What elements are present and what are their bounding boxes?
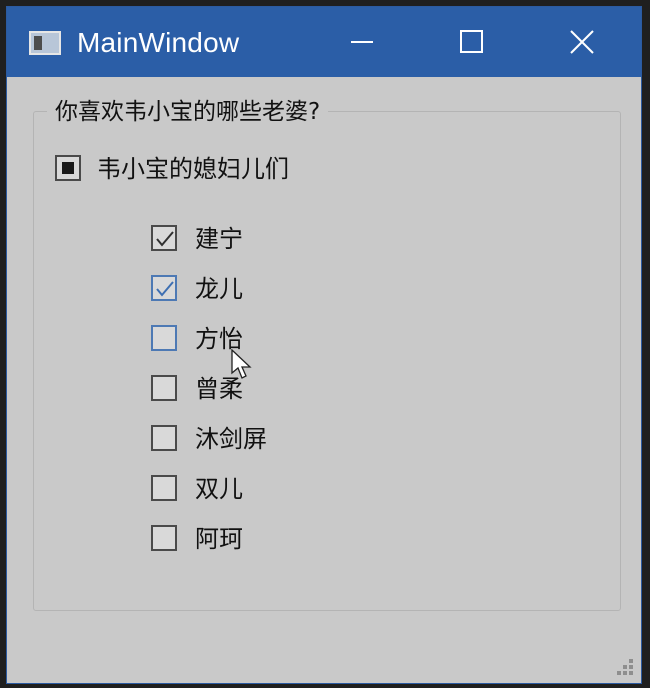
resize-grip-icon[interactable] bbox=[611, 653, 633, 675]
partial-check-icon bbox=[62, 162, 74, 174]
label-longer[interactable]: 龙儿 bbox=[195, 273, 243, 305]
checkbox-fangyi[interactable] bbox=[151, 325, 177, 351]
close-icon bbox=[570, 30, 594, 54]
label-shuanger[interactable]: 双儿 bbox=[195, 473, 243, 505]
checkbox-shuanger[interactable] bbox=[151, 475, 177, 501]
groupbox-title: 你喜欢韦小宝的哪些老婆? bbox=[47, 97, 329, 127]
window-title: MainWindow bbox=[77, 27, 240, 58]
title-bar[interactable]: MainWindow bbox=[7, 7, 641, 77]
wives-groupbox bbox=[33, 111, 621, 611]
checkmark-icon bbox=[156, 281, 174, 297]
checkbox-jianning[interactable] bbox=[151, 225, 177, 251]
minimize-button[interactable] bbox=[307, 7, 417, 77]
main-window: MainWindow 你喜欢韦小宝的哪些老婆? 韦小宝的媳妇儿们 建宁 龙儿 方… bbox=[6, 6, 642, 684]
checkbox-longer[interactable] bbox=[151, 275, 177, 301]
label-jianning[interactable]: 建宁 bbox=[195, 223, 243, 255]
maximize-icon bbox=[460, 30, 483, 53]
app-window-icon bbox=[29, 31, 61, 55]
parent-checkbox[interactable] bbox=[55, 155, 81, 181]
label-mujianping[interactable]: 沐剑屏 bbox=[195, 423, 267, 455]
checkbox-zengrou[interactable] bbox=[151, 375, 177, 401]
checkbox-mujianping[interactable] bbox=[151, 425, 177, 451]
checkmark-icon bbox=[156, 231, 174, 247]
parent-checkbox-label[interactable]: 韦小宝的媳妇儿们 bbox=[97, 153, 289, 185]
mouse-cursor-icon bbox=[231, 349, 252, 379]
checkbox-ake[interactable] bbox=[151, 525, 177, 551]
minimize-icon bbox=[351, 41, 373, 43]
maximize-button[interactable] bbox=[417, 7, 527, 77]
close-button[interactable] bbox=[527, 7, 637, 77]
label-ake[interactable]: 阿珂 bbox=[195, 523, 243, 555]
